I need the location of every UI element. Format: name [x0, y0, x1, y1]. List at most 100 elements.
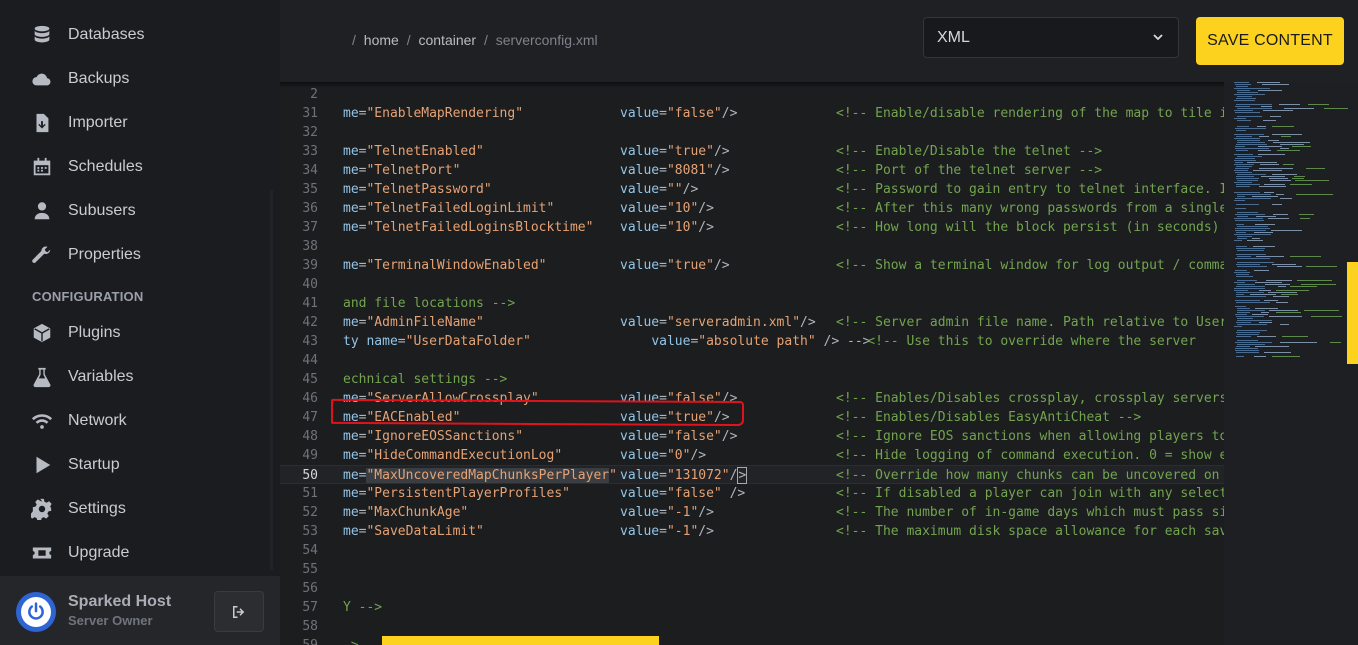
minimap-line: [1236, 224, 1244, 225]
minimap-line: [1235, 300, 1260, 301]
code-comment: <!-- The maximum disk space allowance fo…: [836, 524, 1236, 539]
code-line[interactable]: 50 me="MaxUncoveredMapChunksPerPlayer" val…: [280, 465, 1235, 484]
minimap-line: [1272, 204, 1282, 205]
minimap-line: [1253, 170, 1282, 171]
code-line[interactable]: 55: [280, 560, 1225, 579]
minimap-line: [1235, 168, 1249, 169]
save-content-button[interactable]: SAVE CONTENT: [1196, 17, 1344, 65]
play-icon: [30, 453, 54, 477]
minimap-line: [1306, 266, 1337, 267]
logout-button[interactable]: [214, 591, 264, 632]
minimap-line: [1236, 246, 1247, 247]
line-number: 51: [302, 486, 318, 501]
code-comment: <!-- Enable/Disable the telnet -->: [836, 144, 1103, 159]
sidebar-item-variables[interactable]: Variables: [30, 355, 134, 399]
minimap-line: [1234, 326, 1242, 327]
sidebar-item-properties[interactable]: Properties: [30, 233, 141, 277]
code-line[interactable]: 54: [280, 541, 1225, 560]
minimap-line: [1255, 282, 1282, 283]
sidebar-item-network[interactable]: Network: [30, 399, 127, 443]
sidebar-item-schedules[interactable]: Schedules: [30, 145, 143, 189]
section-label-configuration: CONFIGURATION: [32, 289, 144, 304]
code-line[interactable]: 37 me="TelnetFailedLoginsBlocktime" value=…: [280, 218, 1235, 237]
code-line[interactable]: 44: [280, 351, 1225, 370]
minimap-line: [1264, 300, 1278, 301]
breadcrumb-container[interactable]: container: [418, 32, 476, 48]
minimap-line: [1236, 286, 1265, 287]
minimap-line: [1264, 192, 1274, 193]
code-line[interactable]: 45 echnical settings -->: [280, 370, 1225, 389]
code-line[interactable]: 52 me="MaxChunkAge" value="-1"/> <!-- The n…: [280, 503, 1235, 522]
code-line[interactable]: 39 me="TerminalWindowEnabled" value="true"…: [280, 256, 1235, 275]
code-line[interactable]: 32: [280, 123, 1225, 142]
line-number: 33: [302, 144, 318, 159]
minimap-line: [1234, 88, 1270, 89]
code-line[interactable]: 58: [280, 617, 1225, 636]
code-minimap[interactable]: [1224, 82, 1358, 645]
code-line[interactable]: 56: [280, 579, 1225, 598]
code-line[interactable]: 33 me="TelnetEnabled" value="true"/> <!-- E…: [280, 142, 1225, 161]
code-line[interactable]: 51 me="PersistentPlayerProfiles" value="fa…: [280, 484, 1235, 503]
minimap-line: [1236, 302, 1270, 303]
sidebar-item-upgrade[interactable]: Upgrade: [30, 531, 129, 575]
sidebar-item-label: Databases: [68, 26, 145, 43]
code-line[interactable]: 43 ty name="UserDataFolder" value="absolu…: [280, 332, 1225, 351]
code-line[interactable]: 40: [280, 275, 1225, 294]
code-attribute-name: ty name="UserDataFolder": [343, 334, 531, 349]
code-comment: <!-- Enable/disable rendering of the map…: [836, 106, 1236, 121]
breadcrumb-home[interactable]: home: [364, 32, 399, 48]
sidebar-item-subusers[interactable]: Subusers: [30, 189, 136, 233]
code-line[interactable]: 41 and file locations -->: [280, 294, 1225, 313]
sidebar-scrollbar[interactable]: [270, 190, 273, 570]
code-line[interactable]: 48 me="IgnoreEOSSanctions" value="false"/>…: [280, 427, 1227, 446]
sidebar-item-backups[interactable]: Backups: [30, 57, 129, 101]
minimap-line: [1236, 332, 1260, 333]
minimap-line: [1264, 184, 1285, 185]
code-comment: <!-- Password to gain entry to telnet in…: [836, 182, 1236, 197]
code-line[interactable]: 42 me="AdminFileName" value="serveradmin.x…: [280, 313, 1235, 332]
code-comment: <!-- Use this to override where the serv…: [836, 334, 1197, 349]
minimap-line: [1235, 342, 1272, 343]
code-attribute-value: value="-1"/>: [620, 524, 714, 539]
sidebar-item-importer[interactable]: Importer: [30, 101, 128, 145]
minimap-line: [1281, 136, 1291, 137]
code-attribute-name: me="TelnetFailedLoginsBlocktime": [343, 220, 594, 235]
code-line[interactable]: 53 me="SaveDataLimit" value="-1"/> <!-- The…: [280, 522, 1235, 541]
minimap-line: [1236, 98, 1256, 99]
sidebar-item-startup[interactable]: Startup: [30, 443, 120, 487]
wifi-icon: [30, 409, 54, 433]
code-line[interactable]: 57 Y -->: [280, 598, 1225, 617]
minimap-line: [1237, 324, 1267, 325]
language-mode-select[interactable]: XML: [923, 17, 1179, 58]
minimap-line: [1237, 116, 1262, 117]
code-editor[interactable]: 2 31 me="EnableMapRendering" value="false"/…: [280, 82, 1358, 645]
sidebar-item-settings[interactable]: Settings: [30, 487, 126, 531]
minimap-line: [1279, 104, 1300, 105]
code-comment: <!-- Server admin file name. Path relati…: [836, 315, 1236, 330]
minimap-line: [1271, 230, 1302, 231]
minimap-line: [1237, 236, 1252, 237]
app-root: Databases Backups Importer Schedules Sub…: [0, 0, 1358, 645]
minimap-line: [1268, 218, 1289, 219]
line-number: 44: [302, 353, 318, 368]
sidebar-item-databases[interactable]: Databases: [30, 13, 145, 57]
code-line[interactable]: 36 me="TelnetFailedLoginLimit" value="10"/…: [280, 199, 1227, 218]
code-comment: <!-- How long will the block persist (in…: [836, 220, 1236, 235]
minimap-line: [1234, 94, 1265, 95]
code-line[interactable]: 38: [280, 237, 1225, 256]
code-attribute-value: value="10"/>: [620, 220, 714, 235]
code-line[interactable]: 35 me="TelnetPassword" value=""/> <!-- Pass…: [280, 180, 1235, 199]
editor-scrollbar[interactable]: [1347, 262, 1358, 364]
minimap-line: [1297, 280, 1332, 281]
minimap-line: [1253, 246, 1275, 247]
minimap-line: [1235, 84, 1251, 85]
user-role: Server Owner: [68, 613, 153, 628]
sidebar-item-label: Upgrade: [68, 544, 130, 561]
code-attribute-name: me="TerminalWindowEnabled": [343, 258, 547, 273]
line-number: 38: [302, 239, 318, 254]
sidebar-item-plugins[interactable]: Plugins: [30, 311, 120, 355]
code-line[interactable]: 34 me="TelnetPort" value="8081"/> <!-- Port…: [280, 161, 1225, 180]
code-line[interactable]: 49 me="HideCommandExecutionLog" value="0"/…: [280, 446, 1235, 465]
minimap-line: [1276, 290, 1309, 291]
code-line[interactable]: 31 me="EnableMapRendering" value="false"/>…: [280, 104, 1235, 123]
